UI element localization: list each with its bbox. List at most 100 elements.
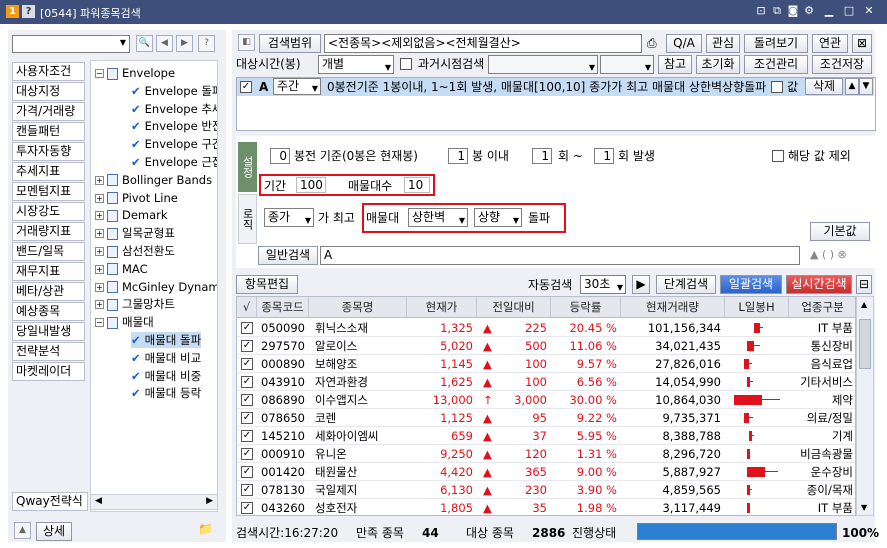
row-checkbox[interactable]: ✓	[241, 412, 253, 424]
tree-item[interactable]: ✔ 매물대 비중	[131, 368, 201, 384]
search-range-button[interactable]: 검색범위	[259, 34, 321, 53]
tree-item[interactable]: ✔ Envelope 추세	[131, 101, 217, 117]
tab-logic[interactable]: 로직	[238, 194, 257, 244]
tree-item[interactable]: ✔ Envelope 반전	[131, 118, 217, 134]
tree-folder[interactable]: + Demark	[95, 207, 168, 223]
stock-name[interactable]: 태원물산	[315, 463, 407, 481]
condition-save-button[interactable]: 조건저장	[812, 55, 872, 74]
category-item[interactable]: 베타/상관	[12, 282, 85, 301]
condition-row[interactable]: ✓ A 주간 ▼ 0봉전기준 1봉이내, 1~1회 발생, 매물대[100,10]…	[237, 78, 874, 96]
replay-button[interactable]: 돌려보기	[744, 34, 808, 53]
tab-setting[interactable]: 설정	[238, 142, 257, 192]
expand-icon[interactable]: +	[95, 247, 104, 256]
row-checkbox[interactable]: ✓	[241, 466, 253, 478]
collapse-icon[interactable]: −	[95, 69, 104, 78]
stock-name[interactable]: 세화아이엠씨	[315, 427, 407, 445]
detail-button[interactable]: 상세	[36, 522, 72, 541]
table-vscrollbar[interactable]: ▲ ▼	[856, 296, 874, 516]
category-item[interactable]: 사용자조건	[12, 62, 85, 81]
column-header[interactable]: 업종구분	[789, 297, 855, 318]
stock-name[interactable]: 국일제지	[315, 481, 407, 499]
category-item[interactable]: 재무지표	[12, 262, 85, 281]
tree-folder[interactable]: + Bollinger Bands	[95, 172, 212, 188]
times-to-input[interactable]: 1	[594, 148, 614, 164]
row-checkbox[interactable]: ✓	[241, 394, 253, 406]
row-checkbox[interactable]: ✓	[241, 448, 253, 460]
stock-name[interactable]: 성호전자	[315, 499, 407, 515]
maximize-icon[interactable]: □	[842, 4, 856, 18]
past-search-checkbox[interactable]	[400, 58, 412, 70]
favorite-button[interactable]: 관심	[706, 34, 740, 53]
tree-folder[interactable]: + Pivot Line	[95, 190, 178, 206]
help-button[interactable]: ?	[198, 35, 215, 52]
move-up-icon[interactable]: ▲	[845, 78, 859, 95]
exclude-checkbox[interactable]	[772, 150, 784, 162]
expand-icon[interactable]: +	[95, 300, 104, 310]
gear-icon[interactable]: ⚙	[802, 4, 816, 18]
collapse-up-icon[interactable]: ▲	[14, 522, 31, 539]
past-date-select[interactable]: ▼	[488, 55, 598, 74]
direction-select[interactable]: 상향 ▼	[474, 208, 522, 227]
search-range-field[interactable]: <전종목><제외없음><전체월결산>	[324, 34, 642, 53]
printer-icon[interactable]: ⎙	[647, 36, 657, 51]
period-input[interactable]: 100	[296, 177, 326, 193]
condition-checkbox[interactable]: ✓	[240, 81, 252, 93]
past-time-select[interactable]: ▼	[600, 55, 654, 74]
related-button[interactable]: 연관	[812, 34, 848, 53]
delete-button[interactable]: 삭제	[805, 78, 843, 95]
target-time-select[interactable]: 개별 ▼	[318, 55, 394, 74]
tree-folder[interactable]: − Envelope	[95, 65, 175, 81]
panel-toggle-icon[interactable]: ◧	[238, 34, 255, 51]
reset-button[interactable]: 초기화	[696, 55, 740, 74]
tree-folder[interactable]: + McGinley Dynamic	[95, 279, 217, 295]
tree-folder[interactable]: + 그물망차트	[95, 296, 175, 312]
tree-hscrollbar[interactable]: ◀ ▶	[90, 494, 218, 510]
stock-name[interactable]: 코렌	[315, 409, 407, 427]
stock-name[interactable]: 알로이스	[315, 337, 407, 355]
minimize-icon[interactable]: ▁	[822, 4, 836, 18]
row-checkbox[interactable]: ✓	[241, 322, 253, 334]
qa-button[interactable]: Q/A	[666, 34, 702, 53]
table-row[interactable]: ✓ 145210 세화아이엠씨 659 ▲ 37 5.95 % 8,388,788 기계	[237, 427, 855, 445]
tree-folder[interactable]: + 일목균형표	[95, 225, 175, 241]
expand-icon[interactable]: +	[95, 229, 104, 239]
category-item[interactable]: 예상종목	[12, 302, 85, 321]
within-input[interactable]: 1	[448, 148, 468, 164]
category-item[interactable]: 추세지표	[12, 162, 85, 181]
column-header[interactable]: 등락률	[551, 297, 621, 318]
table-row[interactable]: ✓ 000910 유니온 9,250 ▲ 120 1.31 % 8,296,720 비금속광물	[237, 445, 855, 463]
row-checkbox[interactable]: ✓	[241, 340, 253, 352]
count-input[interactable]: 10	[404, 177, 430, 193]
play-icon[interactable]: ▶	[632, 275, 650, 294]
collapse-icon[interactable]: ⊟	[856, 275, 872, 294]
tree-folder[interactable]: − 매물대	[95, 314, 154, 330]
stock-name[interactable]: 보해양조	[315, 355, 407, 373]
search-icon[interactable]: 🔍	[136, 35, 153, 52]
times-from-input[interactable]: 1	[532, 148, 552, 164]
move-down-icon[interactable]: ▼	[859, 78, 873, 95]
help-icon[interactable]: ?	[22, 5, 35, 18]
realtime-search-button[interactable]: 실시간검색	[786, 275, 852, 294]
default-button[interactable]: 기본값	[810, 222, 870, 241]
category-item[interactable]: 거래량지표	[12, 222, 85, 241]
expand-icon[interactable]: +	[95, 264, 104, 274]
wall-select[interactable]: 상한벽 ▼	[408, 208, 468, 227]
general-search-field[interactable]: A	[320, 246, 800, 265]
column-header[interactable]: 전일대비	[477, 297, 551, 318]
tree-item[interactable]: ✔ Envelope 구간	[131, 136, 217, 152]
value-checkbox[interactable]	[771, 81, 783, 93]
tree-item[interactable]: ✔ 매물대 돌파	[131, 332, 202, 348]
category-item[interactable]: 투자자동향	[12, 142, 85, 161]
category-item[interactable]: 가격/거래량	[12, 102, 85, 121]
column-header[interactable]: 현재가	[407, 297, 477, 318]
logic-tools-icon[interactable]: ▲ ( ) ⊗	[810, 248, 847, 261]
reference-button[interactable]: 참고	[658, 55, 692, 74]
column-header[interactable]: 종목코드	[257, 297, 309, 318]
category-item[interactable]: 캔들패턴	[12, 122, 85, 141]
step-search-button[interactable]: 단계검색	[656, 275, 716, 294]
row-checkbox[interactable]: ✓	[241, 502, 253, 514]
close-panel-icon[interactable]: ⊠	[852, 34, 872, 53]
expand-icon[interactable]: +	[95, 282, 104, 292]
table-row[interactable]: ✓ 086890 이수앱지스 13,000 ↑ 3,000 30.00 % 10,864,03…	[237, 391, 855, 409]
next-icon[interactable]: ▶	[176, 35, 193, 52]
